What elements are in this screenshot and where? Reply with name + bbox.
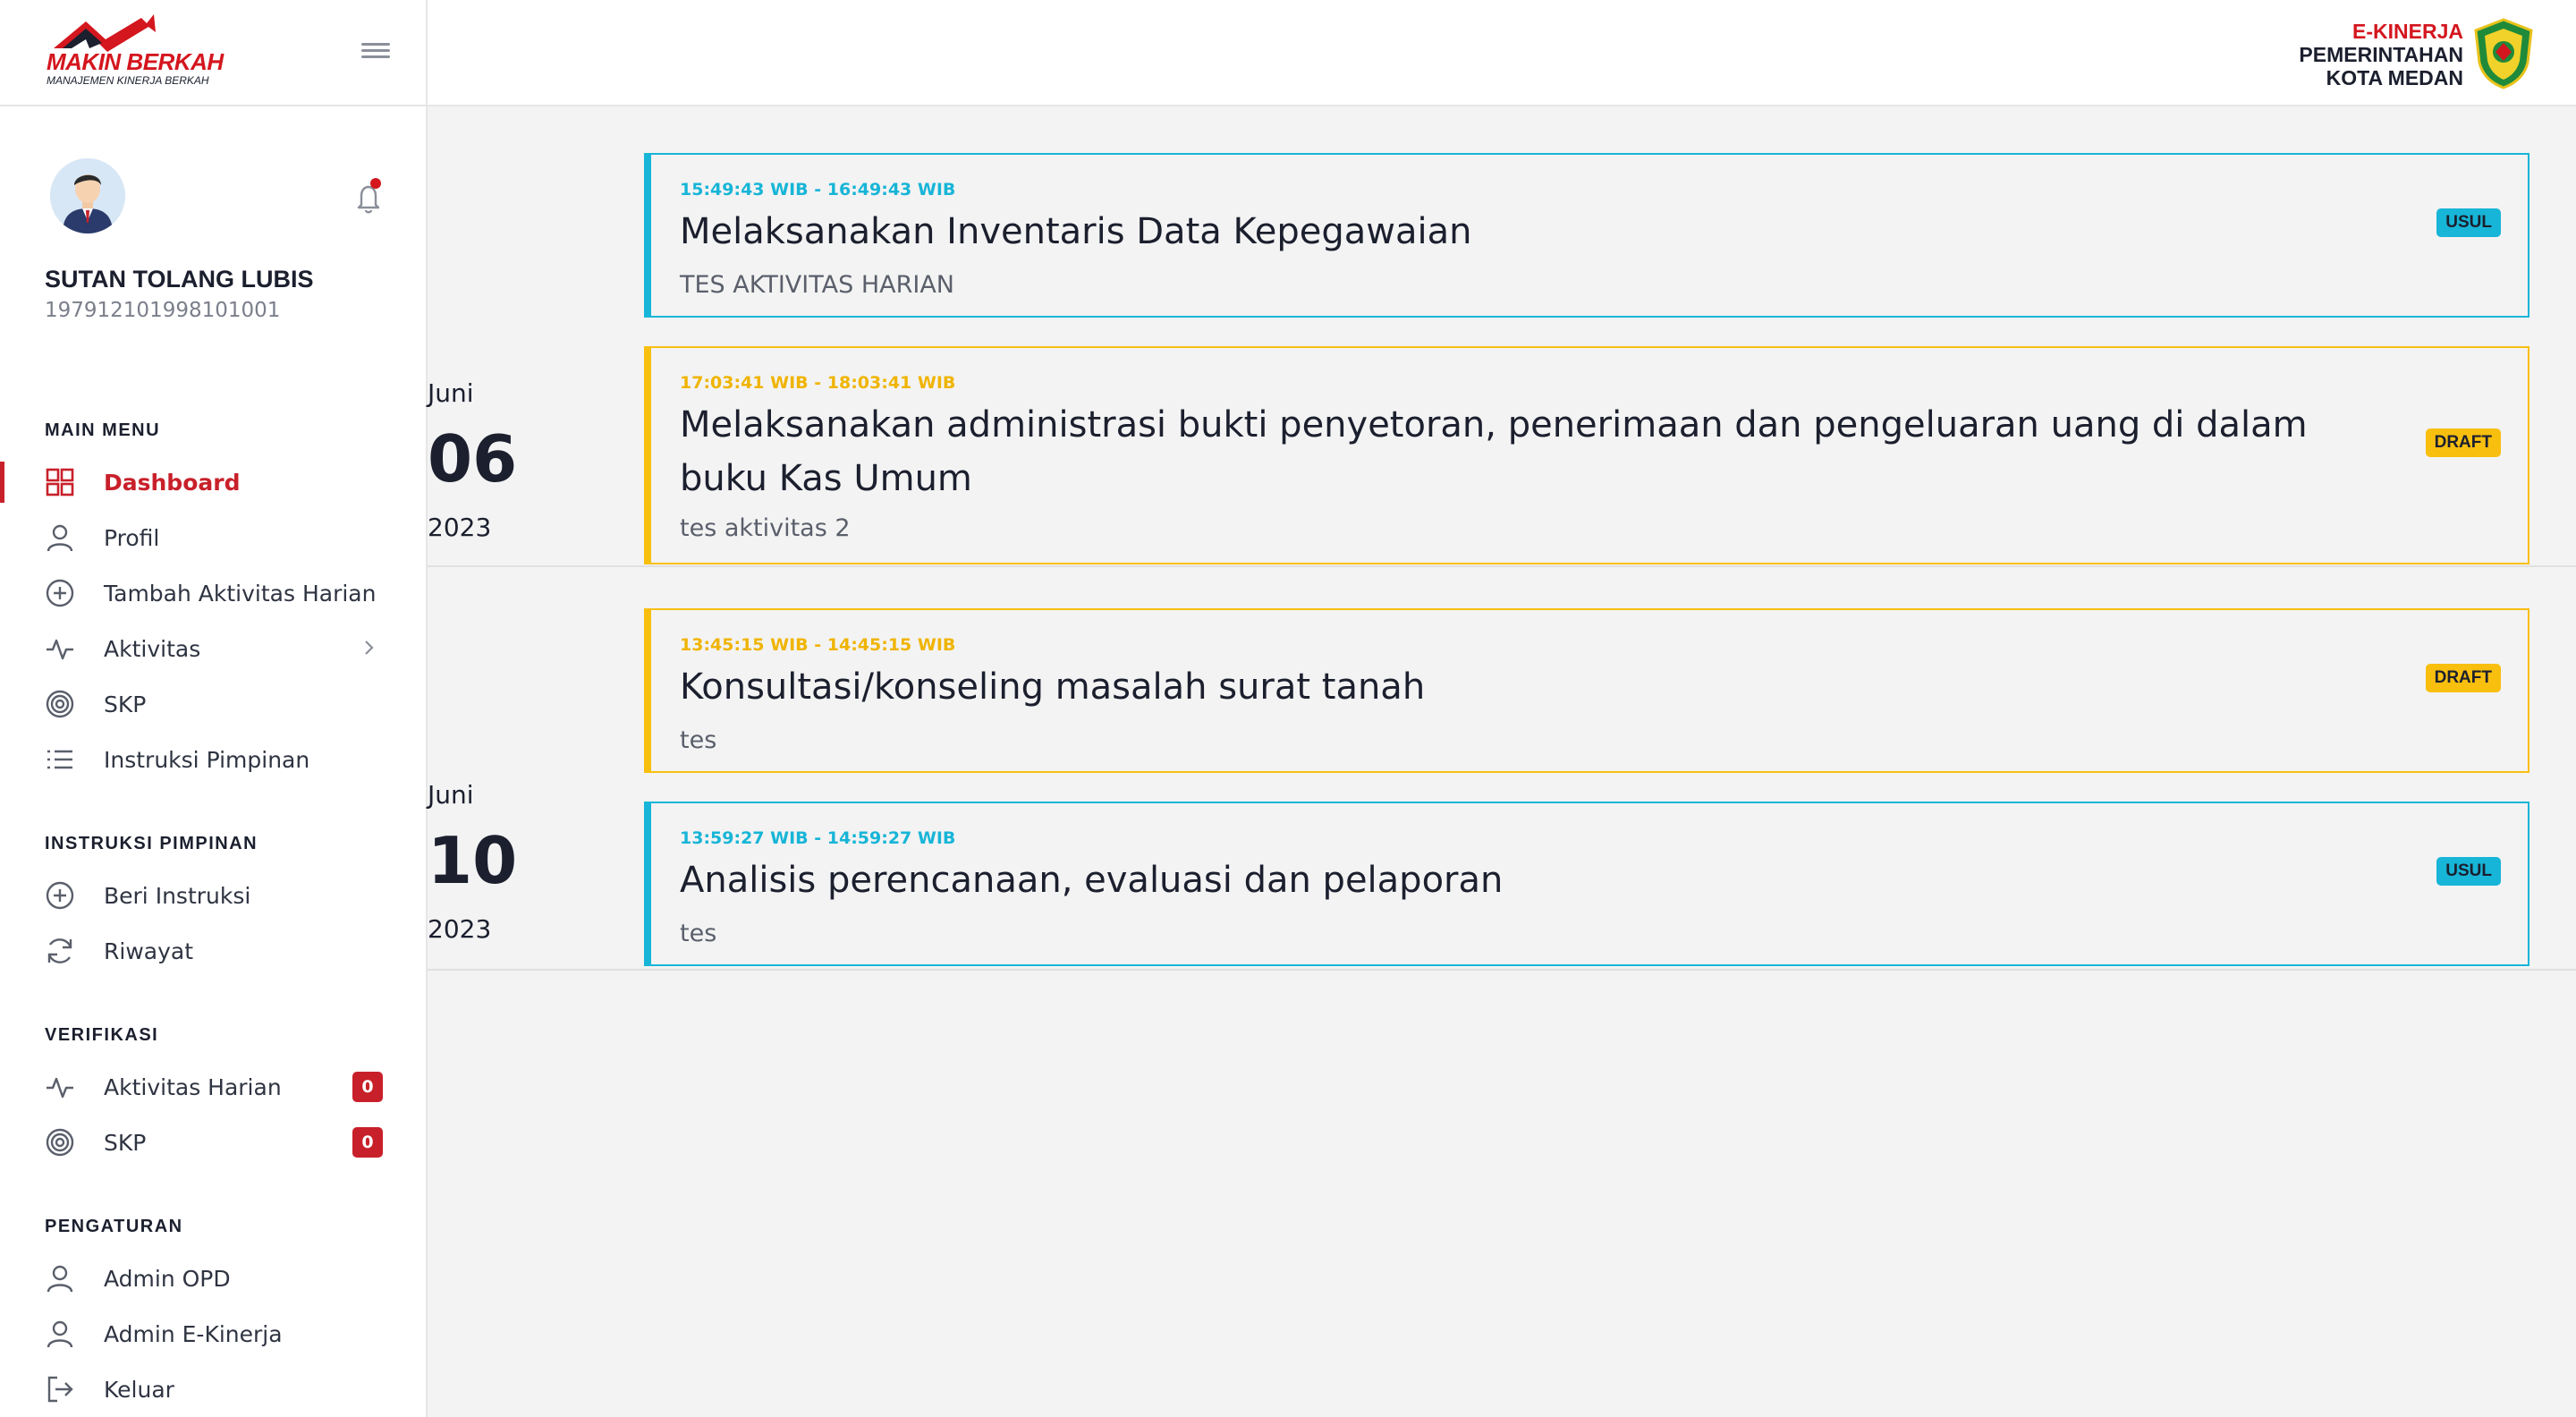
sidebar-item-skp[interactable]: SKP [0, 678, 426, 728]
sidebar-item-instruksi-pimpinan[interactable]: Instruksi Pimpinan [0, 734, 426, 784]
user-icon [47, 1320, 73, 1348]
sidebar-item-tambah-aktivitas[interactable]: Tambah Aktivitas Harian [0, 567, 426, 617]
date-year: 2023 [428, 914, 492, 944]
hamburger-menu-icon[interactable] [358, 39, 394, 66]
sidebar-item-keluar[interactable]: Keluar [0, 1363, 426, 1413]
notification-bell-icon[interactable] [351, 178, 386, 217]
user-icon [47, 524, 73, 552]
sidebar-item-label: Aktivitas Harian [104, 1074, 282, 1100]
day-group: Juni 06 2023 15:49:43 WIB - 16:49:43 WIB… [428, 108, 2576, 567]
activity-title: Analisis perencanaan, evaluasi dan pelap… [680, 860, 1504, 901]
target-icon [46, 1128, 74, 1157]
brand-tagline: MANAJEMEN KINERJA BERKAH [47, 74, 209, 87]
section-title-main-menu: MAIN MENU [45, 420, 161, 440]
status-badge: USUL [2436, 857, 2501, 886]
user-name: SUTAN TOLANG LUBIS [45, 266, 314, 293]
app-name: E-KINERJA [2352, 20, 2463, 43]
sidebar-item-riwayat[interactable]: Riwayat [0, 925, 426, 975]
plus-circle-icon [46, 579, 74, 607]
count-badge: 0 [352, 1072, 383, 1102]
date-day: 06 [428, 421, 518, 496]
activity-card[interactable]: 17:03:41 WIB - 18:03:41 WIB Melaksanakan… [644, 346, 2529, 564]
org-line-1: PEMERINTAHAN [2299, 43, 2463, 66]
list-icon [47, 750, 72, 769]
date-day: 10 [428, 823, 518, 898]
sidebar-item-admin-ekinerja[interactable]: Admin E-Kinerja [0, 1308, 426, 1358]
count-badge: 0 [352, 1127, 383, 1158]
sidebar-item-label: Aktivitas [104, 636, 201, 662]
activity-desc: tes [680, 726, 717, 754]
sidebar-item-verifikasi-skp[interactable]: SKP 0 [0, 1116, 426, 1167]
brand-name: MAKIN BERKAH [47, 48, 224, 75]
activity-time: 17:03:41 WIB - 18:03:41 WIB [680, 373, 956, 393]
sidebar-item-admin-opd[interactable]: Admin OPD [0, 1252, 426, 1302]
sidebar-item-label: SKP [104, 692, 147, 717]
sidebar-item-label: Tambah Aktivitas Harian [104, 581, 377, 607]
target-icon [46, 690, 74, 718]
section-title-pengaturan: PENGATURAN [45, 1217, 183, 1236]
org-line-2: KOTA MEDAN [2326, 66, 2463, 89]
activity-desc: TES AKTIVITAS HARIAN [680, 271, 954, 299]
activity-time: 13:45:15 WIB - 14:45:15 WIB [680, 635, 956, 655]
section-title-instruksi: INSTRUKSI PIMPINAN [45, 834, 258, 853]
date-month: Juni [428, 378, 474, 408]
activity-title: Konsultasi/konseling masalah surat tanah [680, 666, 1426, 708]
sidebar-item-label: Beri Instruksi [104, 883, 251, 909]
activity-card[interactable]: 13:45:15 WIB - 14:45:15 WIB Konsultasi/k… [644, 608, 2529, 773]
sidebar-item-beri-instruksi[interactable]: Beri Instruksi [0, 870, 426, 920]
sidebar: MAKIN BERKAH MANAJEMEN KINERJA BERKAH SU… [0, 0, 428, 1417]
status-badge: USUL [2436, 208, 2501, 237]
sidebar-item-label: SKP [104, 1130, 147, 1156]
activity-icon [47, 1077, 73, 1099]
sidebar-item-label: Riwayat [104, 938, 193, 964]
sidebar-item-label: Profil [104, 525, 160, 551]
activity-desc: tes aktivitas 2 [680, 514, 851, 542]
sidebar-item-label: Admin E-Kinerja [104, 1321, 283, 1347]
user-panel: SUTAN TOLANG LUBIS 197912101998101001 [0, 106, 426, 330]
brand-bar: MAKIN BERKAH MANAJEMEN KINERJA BERKAH [0, 0, 426, 106]
activity-icon [47, 639, 73, 660]
notification-dot [370, 178, 381, 189]
user-nip: 197912101998101001 [45, 299, 281, 322]
brand-arrow-icon [54, 14, 156, 52]
sidebar-item-label: Dashboard [104, 470, 241, 496]
top-header: E-KINERJA PEMERINTAHAN KOTA MEDAN [428, 0, 2576, 106]
sidebar-item-label: Instruksi Pimpinan [104, 747, 310, 773]
activity-time: 15:49:43 WIB - 16:49:43 WIB [680, 180, 956, 199]
section-title-verifikasi: VERIFIKASI [45, 1025, 159, 1045]
avatar[interactable] [50, 158, 125, 233]
activity-title: Melaksanakan Inventaris Data Kepegawaian [680, 211, 1472, 252]
sidebar-item-dashboard[interactable]: Dashboard [0, 456, 426, 506]
sidebar-item-verifikasi-aktivitas[interactable]: Aktivitas Harian 0 [0, 1061, 426, 1111]
sidebar-item-profil[interactable]: Profil [0, 512, 426, 562]
activity-card[interactable]: 13:59:27 WIB - 14:59:27 WIB Analisis per… [644, 802, 2529, 966]
sidebar-item-label: Keluar [104, 1377, 174, 1403]
status-badge: DRAFT [2425, 664, 2501, 692]
org-title: E-KINERJA PEMERINTAHAN KOTA MEDAN [2299, 20, 2463, 89]
status-badge: DRAFT [2425, 428, 2501, 457]
day-group: Juni 10 2023 13:45:15 WIB - 14:45:15 WIB… [428, 567, 2576, 971]
city-emblem-icon [2474, 18, 2533, 89]
sidebar-item-aktivitas[interactable]: Aktivitas [0, 623, 426, 673]
logout-icon [47, 1376, 73, 1403]
chevron-right-icon[interactable] [358, 637, 379, 658]
sidebar-item-label: Admin OPD [104, 1266, 231, 1292]
activity-title: Melaksanakan administrasi bukti penyetor… [680, 404, 2308, 499]
date-year: 2023 [428, 513, 492, 542]
activity-timeline: Juni 06 2023 15:49:43 WIB - 16:49:43 WIB… [428, 108, 2576, 1417]
user-icon [47, 1265, 73, 1293]
refresh-icon [47, 938, 72, 963]
date-month: Juni [428, 780, 474, 810]
activity-desc: tes [680, 920, 717, 947]
activity-card[interactable]: 15:49:43 WIB - 16:49:43 WIB Melaksanakan… [644, 153, 2529, 318]
activity-time: 13:59:27 WIB - 14:59:27 WIB [680, 828, 956, 848]
plus-circle-icon [46, 881, 74, 910]
grid-icon [46, 468, 74, 496]
brand-logo[interactable]: MAKIN BERKAH MANAJEMEN KINERJA BERKAH [45, 13, 233, 93]
